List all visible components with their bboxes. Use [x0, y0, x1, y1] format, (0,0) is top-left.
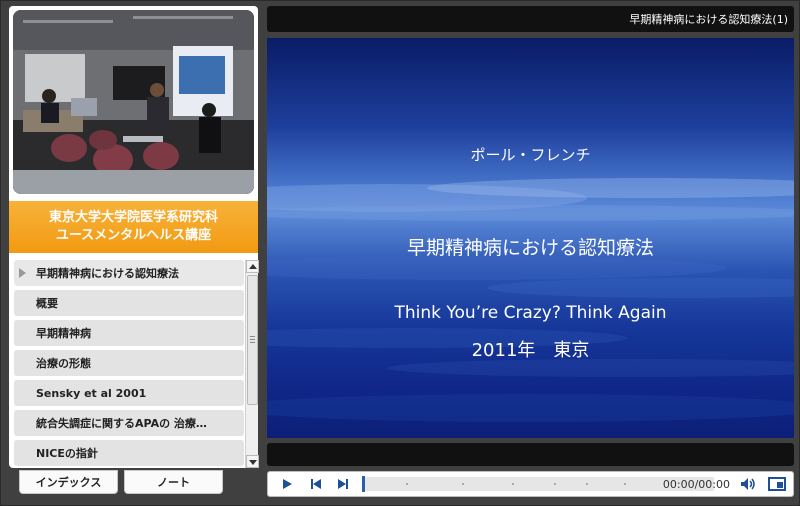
seek-tick [462, 483, 464, 485]
previous-icon [311, 479, 321, 489]
arrow-down-icon [249, 460, 257, 465]
slide-author: ポール・フレンチ [470, 146, 591, 164]
slide: ポール・フレンチ 早期精神病における認知療法 Think You’re Craz… [267, 38, 794, 438]
player-controls: 00:00/00:00 [267, 471, 794, 497]
scroll-up-button[interactable] [246, 260, 259, 273]
current-item-icon [19, 268, 26, 278]
index-item-label: 早期精神病における認知療法 [36, 267, 179, 280]
slide-subtitle: Think You’re Crazy? Think Again [394, 303, 667, 323]
play-icon [283, 479, 292, 489]
volume-button[interactable] [737, 472, 759, 496]
index-item-6[interactable]: 統合失調症に関するAPAの 治療… [14, 410, 244, 436]
chapter-title: 早期精神病における認知療法(1) [629, 13, 788, 26]
slide-heading: 早期精神病における認知療法 [406, 237, 654, 259]
index-item-3[interactable]: 早期精神病 [14, 320, 244, 346]
seek-tick [586, 483, 588, 485]
volume-icon [741, 478, 755, 490]
grip-line [250, 336, 255, 337]
grip-line [250, 339, 255, 340]
sidebar: 東京大学大学院医学系研究科 ユースメンタルヘルス講座 早期精神病における認知療法… [9, 6, 259, 468]
grip-line [250, 342, 255, 343]
seek-handle[interactable] [362, 476, 365, 492]
index-item-1[interactable]: 早期精神病における認知療法 [14, 260, 244, 286]
index-item-label: NICEの指針 [36, 447, 98, 460]
index-item-2[interactable]: 概要 [14, 290, 244, 316]
index-item-label: 統合失調症に関するAPAの 治療… [36, 417, 207, 430]
scroll-down-button[interactable] [246, 455, 259, 468]
index-item-4[interactable]: 治療の形態 [14, 350, 244, 376]
lecture-video[interactable] [13, 10, 254, 194]
tab-note[interactable]: ノート [124, 470, 223, 494]
play-button[interactable] [276, 472, 298, 496]
banner-line-1: 東京大学大学院医学系研究科 [48, 210, 218, 225]
tab-index[interactable]: インデックス [19, 470, 118, 494]
index-item-label: 早期精神病 [36, 327, 91, 340]
arrow-up-icon [249, 264, 257, 269]
index-item-label: 概要 [36, 297, 58, 310]
banner-line-2: ユースメンタルヘルス講座 [55, 228, 212, 243]
next-icon [338, 479, 348, 489]
lecture-video-frame [13, 10, 254, 194]
slide-title-bar: 早期精神病における認知療法(1) [267, 6, 794, 32]
seek-tick [624, 483, 626, 485]
course-banner: 東京大学大学院医学系研究科 ユースメンタルヘルス講座 [9, 201, 258, 253]
time-display: 00:00/00:00 [662, 478, 730, 491]
seek-tick [554, 483, 556, 485]
index-item-5[interactable]: Sensky et al 2001 [14, 380, 244, 406]
previous-button[interactable] [305, 472, 327, 496]
seek-tick [512, 483, 514, 485]
next-button[interactable] [332, 472, 354, 496]
caption-bar [267, 443, 794, 466]
index-scrollbar[interactable] [245, 260, 259, 468]
index-list: 早期精神病における認知療法 概要 早期精神病 治療の形態 Sensky et a… [14, 260, 244, 468]
index-item-7[interactable]: NICEの指針 [14, 440, 244, 466]
slide-year: 2011年 東京 [471, 340, 590, 361]
layout-icon [768, 477, 786, 491]
seek-tick [406, 483, 408, 485]
index-item-label: 治療の形態 [36, 357, 91, 370]
player-window: 東京大学大学院医学系研究科 ユースメンタルヘルス講座 早期精神病における認知療法… [0, 0, 800, 506]
index-item-label: Sensky et al 2001 [36, 386, 147, 400]
layout-button[interactable] [766, 472, 788, 496]
scroll-thumb[interactable] [247, 275, 258, 405]
